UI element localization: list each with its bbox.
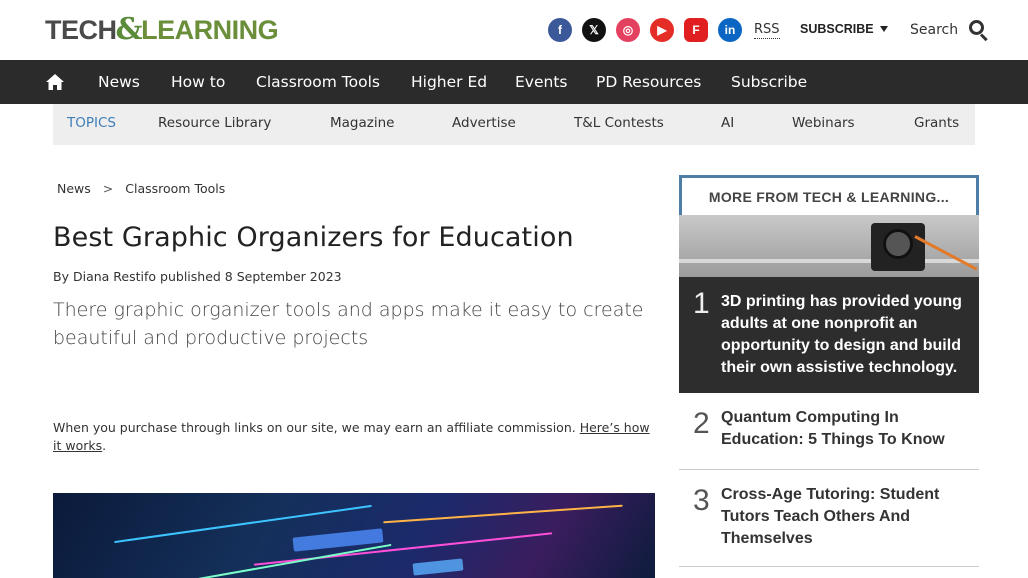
nav-item-higher-ed[interactable]: Higher Ed	[411, 60, 487, 104]
topic-advertise[interactable]: Advertise	[452, 104, 516, 145]
search-button[interactable]: Search	[910, 19, 990, 42]
item-headline[interactable]: Cross-Age Tutoring: Student Tutors Teach…	[721, 484, 969, 550]
nav-item-classroom-tools[interactable]: Classroom Tools	[256, 60, 380, 104]
nav-item-news[interactable]: News	[98, 60, 140, 104]
topics-bar: TOPICS Resource Library Magazine Adverti…	[53, 104, 975, 145]
topic-grants[interactable]: Grants	[914, 104, 959, 145]
affiliate-end: .	[102, 438, 107, 453]
sidebar-item[interactable]: 2 Quantum Computing In Education: 5 Thin…	[679, 393, 979, 470]
home-icon[interactable]	[45, 72, 65, 92]
site-logo[interactable]: TECH&LEARNING	[45, 12, 279, 47]
author-link[interactable]: Diana Restifo	[73, 269, 156, 284]
publish-date: published 8 September 2023	[160, 269, 342, 284]
instagram-icon[interactable]: ◎	[616, 18, 640, 42]
linkedin-icon[interactable]: in	[718, 18, 742, 42]
search-icon	[968, 19, 990, 42]
facebook-icon[interactable]: f	[548, 18, 572, 42]
x-icon[interactable]: 𝕏	[582, 18, 606, 42]
article-subtitle: There graphic organizer tools and apps m…	[53, 299, 644, 349]
article-byline: By Diana Restifo published 8 September 2…	[53, 269, 342, 284]
logo-text: TECH&LEARNING	[45, 12, 279, 47]
hero-image	[53, 493, 655, 578]
flipboard-icon[interactable]: F	[684, 18, 708, 42]
item-headline[interactable]: 3D printing has provided young adults at…	[721, 291, 969, 379]
breadcrumb-item-classroom-tools[interactable]: Classroom Tools	[125, 181, 225, 196]
main-nav: News How to Classroom Tools Higher Ed Ev…	[0, 60, 1028, 104]
sidebar-item[interactable]: 3 Cross-Age Tutoring: Student Tutors Tea…	[679, 470, 979, 567]
topic-resource-library[interactable]: Resource Library	[158, 104, 271, 145]
item-number: 3	[693, 484, 710, 517]
sidebar-heading: MORE FROM TECH & LEARNING...	[679, 175, 979, 215]
topic-tl-contests[interactable]: T&L Contests	[574, 104, 664, 145]
affiliate-text: When you purchase through links on our s…	[53, 420, 576, 435]
item-headline[interactable]: Quantum Computing In Education: 5 Things…	[721, 407, 969, 451]
item-number: 2	[693, 407, 710, 440]
subscribe-label: SUBSCRIBE	[800, 22, 874, 36]
breadcrumb-item-news[interactable]: News	[57, 181, 91, 196]
byline-prefix: By	[53, 269, 69, 284]
topic-webinars[interactable]: Webinars	[792, 104, 855, 145]
more-from-sidebar: MORE FROM TECH & LEARNING... 1 3D printi…	[679, 175, 979, 578]
article-title: Best Graphic Organizers for Education	[53, 222, 574, 253]
breadcrumb: News > Classroom Tools	[57, 181, 225, 196]
search-label: Search	[910, 22, 959, 38]
affiliate-disclosure: When you purchase through links on our s…	[53, 419, 653, 455]
subscribe-dropdown[interactable]: SUBSCRIBE	[800, 22, 888, 36]
sidebar-item-featured[interactable]: 1 3D printing has provided young adults …	[679, 215, 979, 393]
item-number: 1	[693, 287, 710, 320]
social-links: f 𝕏 ◎ ▶ F in RSS	[548, 18, 780, 42]
rss-link[interactable]: RSS	[754, 22, 780, 39]
chevron-down-icon	[879, 26, 888, 32]
youtube-icon[interactable]: ▶	[650, 18, 674, 42]
nav-item-how-to[interactable]: How to	[171, 60, 225, 104]
topics-label: TOPICS	[67, 115, 116, 131]
topic-ai[interactable]: AI	[721, 104, 734, 145]
nav-item-subscribe[interactable]: Subscribe	[731, 60, 807, 104]
topic-magazine[interactable]: Magazine	[330, 104, 394, 145]
site-header: TECH&LEARNING f 𝕏 ◎ ▶ F in RSS SUBSCRIBE…	[0, 0, 1028, 60]
nav-item-pd-resources[interactable]: PD Resources	[596, 60, 701, 104]
nav-item-events[interactable]: Events	[515, 60, 567, 104]
breadcrumb-separator: >	[102, 181, 114, 196]
